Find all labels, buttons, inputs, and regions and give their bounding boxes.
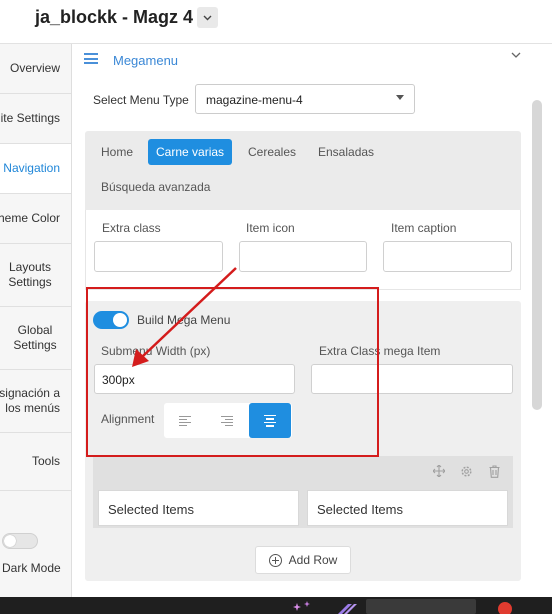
top-bar: ja_blockk - Magz 4 [0, 0, 552, 44]
add-row-label: Add Row [288, 553, 338, 567]
caret-down-icon [396, 95, 404, 100]
site-title: ja_blockk - Magz 4 [35, 7, 194, 27]
align-left-button[interactable] [164, 403, 206, 438]
sidebar: Overview ite Settings Navigation heme Co… [0, 44, 72, 597]
sidebar-item-global-settings[interactable]: Global Settings [0, 307, 71, 370]
panel-scrollbar[interactable] [532, 100, 542, 410]
column-selected-items[interactable]: Selected Items [307, 490, 508, 526]
sidebar-item-theme-color[interactable]: heme Color [0, 194, 71, 244]
item-icon-label: Item icon [246, 221, 295, 235]
gear-icon[interactable] [460, 465, 473, 478]
sidebar-item-tools[interactable]: Tools [0, 433, 71, 491]
align-right-icon [221, 415, 233, 426]
taskbar-window-button[interactable] [366, 599, 476, 614]
item-caption-label: Item caption [391, 221, 457, 235]
sidebar-item-label: Overview [9, 61, 60, 75]
taskbar [0, 597, 552, 614]
alignment-label: Alignment [101, 412, 155, 426]
dark-mode-label: Dark Mode [2, 561, 61, 575]
submenu-width-input[interactable]: 300px [94, 364, 295, 394]
align-left-icon [179, 415, 191, 426]
align-center-icon [264, 414, 276, 427]
tab-cereales[interactable]: Cereales [240, 139, 304, 165]
panel-title: Megamenu [113, 53, 179, 68]
extra-class-label: Extra class [102, 221, 161, 235]
tab-busqueda-avanzada[interactable]: Búsqueda avanzada [93, 174, 218, 200]
sparkle-icon [293, 601, 310, 611]
plus-circle-icon [268, 553, 282, 567]
menu-type-label: Select Menu Type [93, 93, 189, 107]
alignment-button-group [164, 403, 292, 438]
submenu-width-value: 300px [102, 373, 135, 387]
chevron-down-icon[interactable] [511, 52, 521, 59]
sidebar-item-overview[interactable]: Overview [0, 44, 71, 94]
chevron-down-icon [203, 15, 212, 20]
item-icon-input[interactable] [239, 241, 367, 272]
sidebar-item-label: Navigation [3, 161, 60, 175]
menu-type-value: magazine-menu-4 [206, 93, 303, 107]
dark-mode-toggle[interactable] [2, 533, 38, 549]
sidebar-item-label: Tools [31, 454, 60, 468]
menu-icon [84, 53, 98, 64]
sidebar-item-label: ite Settings [0, 111, 60, 125]
app-icon [338, 604, 357, 614]
megamenu-panel-header[interactable]: Megamenu [72, 44, 542, 76]
extra-class-mega-label: Extra Class mega Item [319, 344, 441, 358]
add-row-button[interactable]: Add Row [255, 546, 351, 574]
taskbar-record-icon[interactable] [498, 602, 512, 614]
submenu-width-label: Submenu Width (px) [101, 344, 211, 358]
item-caption-input[interactable] [383, 241, 512, 272]
trash-icon[interactable] [489, 465, 500, 478]
sidebar-item-layouts-settings[interactable]: Layouts Settings [0, 244, 71, 307]
extra-class-mega-input[interactable] [311, 364, 513, 394]
sidebar-item-site-settings[interactable]: ite Settings [0, 94, 71, 144]
sidebar-item-navigation[interactable]: Navigation [0, 144, 71, 194]
tab-home[interactable]: Home [93, 139, 141, 165]
sidebar-item-label: Layouts Settings [8, 260, 52, 289]
sidebar-item-label: heme Color [0, 211, 60, 225]
build-mega-menu-toggle[interactable] [93, 311, 129, 329]
sidebar-item-label: Global Settings [13, 323, 57, 352]
tab-ensaladas[interactable]: Ensaladas [310, 139, 382, 165]
sidebar-item-menu-assignment[interactable]: signación a los menús [0, 370, 71, 433]
menu-type-select[interactable]: magazine-menu-4 [195, 84, 415, 114]
align-center-button[interactable] [249, 403, 291, 438]
site-switcher-button[interactable] [197, 7, 218, 28]
sidebar-item-label: signación a los menús [0, 386, 60, 415]
move-icon[interactable] [433, 465, 445, 477]
extra-class-input[interactable] [94, 241, 223, 272]
menu-items-tabs: Home Carne varias Cereales Ensaladas Bús… [85, 131, 521, 211]
build-mega-menu-label: Build Mega Menu [137, 313, 231, 327]
column-selected-items[interactable]: Selected Items [98, 490, 299, 526]
tab-carne-varias[interactable]: Carne varias [148, 139, 233, 165]
mega-menu-settings [85, 301, 521, 581]
align-right-button[interactable] [206, 403, 248, 438]
